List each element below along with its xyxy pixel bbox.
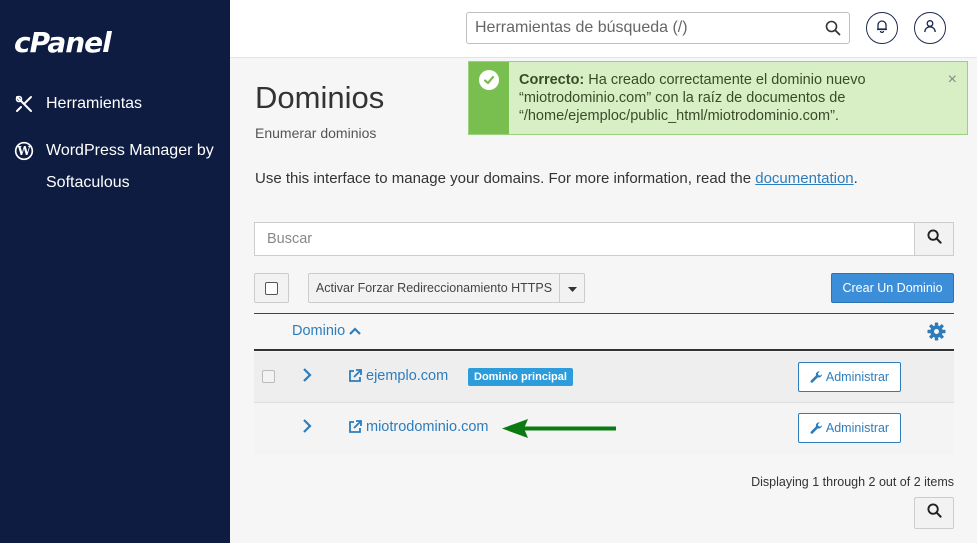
close-icon[interactable]: ×	[948, 71, 957, 89]
chevron-right-icon[interactable]	[302, 367, 312, 388]
row-checkbox[interactable]	[262, 370, 275, 383]
sort-asc-icon	[349, 327, 361, 335]
gear-icon[interactable]	[927, 322, 946, 346]
domain-link[interactable]: miotrodominio.com	[348, 419, 489, 435]
external-link-icon	[349, 420, 362, 433]
wrench-icon	[810, 370, 822, 383]
caret-down-icon	[567, 279, 577, 297]
sidebar-item-wordpress-manager[interactable]: W WordPress Manager by Softaculous	[14, 141, 246, 199]
chevron-right-icon[interactable]	[302, 418, 312, 439]
tool-search	[466, 12, 850, 44]
manage-button[interactable]: Administrar	[798, 362, 901, 392]
wordpress-icon: W	[14, 141, 34, 161]
manage-label: Administrar	[825, 421, 890, 435]
table-header: Dominio	[254, 313, 954, 351]
table-row: ejemplo.com Dominio principal Administra…	[254, 352, 954, 403]
manage-label: Administrar	[825, 370, 890, 384]
alert-message: Correcto: Ha creado correctamente el dom…	[519, 71, 939, 125]
annotation-arrow-icon	[502, 419, 616, 438]
column-label: Dominio	[292, 323, 346, 339]
sort-domain-header[interactable]: Dominio	[292, 323, 361, 339]
search-icon	[926, 503, 942, 523]
create-domain-button[interactable]: Crear Un Dominio	[831, 273, 954, 303]
domain-name: miotrodominio.com	[366, 419, 489, 435]
sidebar-item-tools[interactable]: Herramientas	[14, 94, 142, 114]
domain-name: ejemplo.com	[366, 368, 449, 384]
domain-link[interactable]: ejemplo.com	[348, 368, 448, 384]
notifications-button[interactable]	[866, 12, 898, 44]
check-icon	[479, 70, 499, 90]
tool-search-input[interactable]	[467, 13, 807, 43]
user-menu-button[interactable]	[914, 12, 946, 44]
alert-status-bar	[469, 62, 509, 134]
domain-search	[254, 222, 954, 256]
domain-search-input[interactable]	[255, 223, 905, 255]
bell-icon	[875, 19, 889, 38]
bottom-search-button[interactable]	[914, 497, 954, 529]
sidebar-item-label: WordPress Manager by Softaculous	[46, 142, 214, 191]
wrench-icon	[810, 421, 822, 434]
search-icon	[926, 229, 942, 249]
intro-text: Use this interface to manage your domain…	[255, 170, 858, 187]
select-all-checkbox[interactable]	[254, 273, 289, 303]
manage-button[interactable]: Administrar	[798, 413, 901, 443]
alert-strong: Correcto:	[519, 72, 585, 88]
documentation-link[interactable]: documentation	[755, 170, 853, 187]
page-title: Dominios	[255, 80, 385, 115]
search-icon[interactable]	[825, 20, 841, 41]
domain-search-button[interactable]	[914, 222, 954, 256]
svg-text:W: W	[16, 144, 31, 158]
primary-domain-badge: Dominio principal	[468, 368, 573, 386]
sidebar-item-label: Herramientas	[46, 95, 143, 112]
page-subtitle: Enumerar dominios	[255, 125, 377, 141]
tools-icon	[14, 94, 34, 114]
pagination-info: Displaying 1 through 2 out of 2 items	[751, 475, 954, 489]
intro-end: .	[853, 170, 858, 187]
cpanel-logo[interactable]: cPanel	[14, 26, 112, 59]
external-link-icon	[349, 369, 362, 382]
top-header	[230, 0, 977, 58]
force-https-button[interactable]: Activar Forzar Redireccionamiento HTTPS	[308, 273, 560, 303]
force-https-dropdown[interactable]	[559, 273, 585, 303]
checkbox-square	[265, 281, 278, 295]
user-icon	[923, 19, 937, 38]
intro-body: Use this interface to manage your domain…	[255, 170, 756, 187]
success-alert: Correcto: Ha creado correctamente el dom…	[468, 61, 968, 135]
sidebar: cPanel Herramientas W WordPress Manager …	[0, 0, 230, 543]
